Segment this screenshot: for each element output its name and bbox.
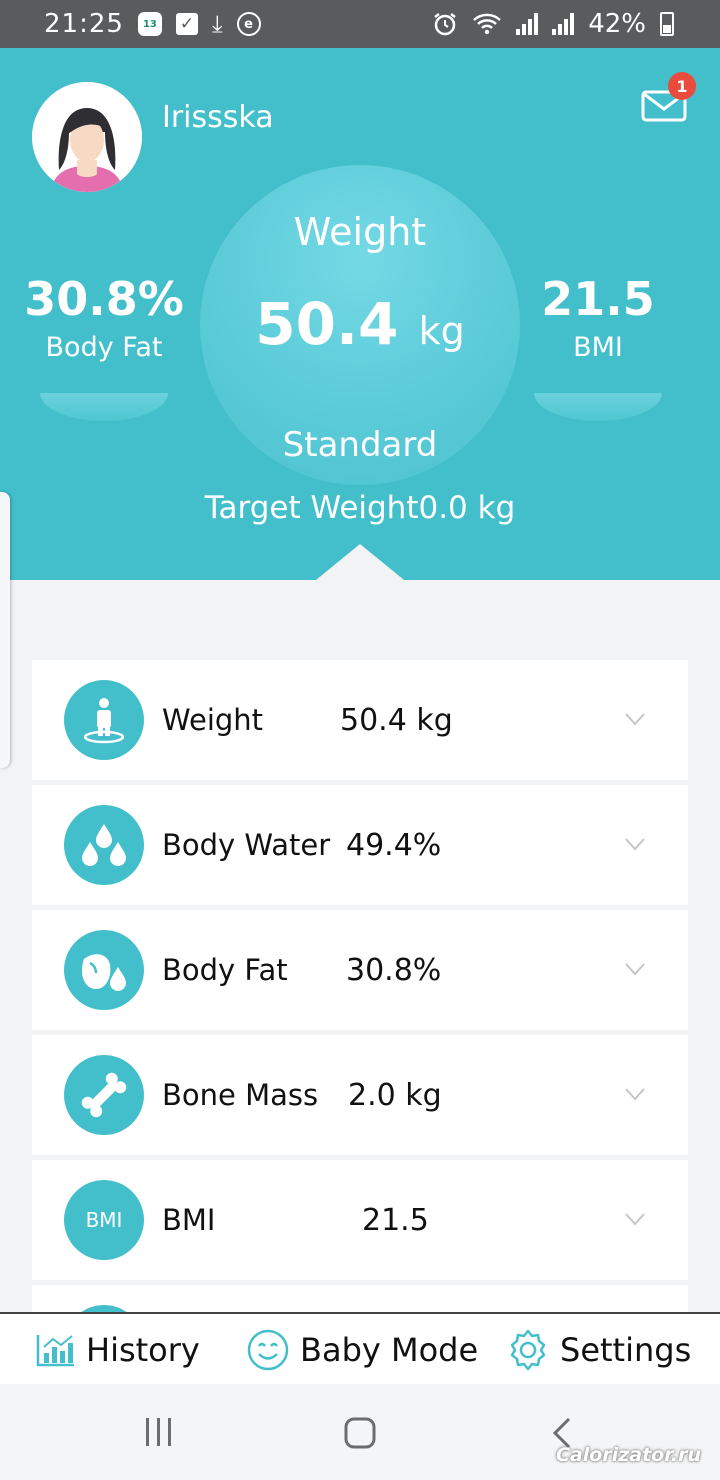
metric-row-bmi[interactable]: BMI BMI 21.5 xyxy=(32,1160,688,1280)
target-weight: Target Weight0.0 kg xyxy=(0,490,720,526)
watermark: Calorizator.ru xyxy=(556,1444,702,1466)
metric-value: 30.8% xyxy=(346,952,442,988)
metric-value: 21.5 xyxy=(362,1202,429,1238)
bmi-summary-label: BMI xyxy=(573,332,623,363)
nav-settings-label: Settings xyxy=(560,1331,692,1369)
nav-baby-mode[interactable]: Baby Mode xyxy=(246,1314,478,1386)
nav-history-label: History xyxy=(86,1331,200,1369)
home-icon[interactable] xyxy=(343,1416,377,1450)
calendar-notification-icon: 13 xyxy=(137,12,162,36)
center-weight-value: 50.4 xyxy=(255,290,399,358)
metric-row-body-water[interactable]: Body Water 49.4% xyxy=(32,785,688,905)
signal-icon xyxy=(516,13,539,35)
browser-notification-icon: e xyxy=(236,12,261,36)
body-fat-summary-value: 30.8% xyxy=(24,272,184,326)
center-label: Weight xyxy=(293,210,427,254)
metric-value: 49.4% xyxy=(346,827,442,863)
metric-row-body-fat[interactable]: Body Fat 30.8% xyxy=(32,910,688,1030)
nav-baby-mode-label: Baby Mode xyxy=(300,1331,479,1369)
wifi-icon xyxy=(472,12,502,36)
metric-list: Weight 50.4 kg Body Water 49.4% Body Fat… xyxy=(32,660,688,1320)
nav-settings[interactable]: Settings xyxy=(506,1314,691,1386)
bmi-icon: BMI xyxy=(64,1180,144,1260)
gear-icon xyxy=(510,1329,546,1371)
chevron-down-icon[interactable] xyxy=(624,833,646,855)
weight-status: Standard xyxy=(282,425,438,465)
bone-icon xyxy=(64,1055,144,1135)
target-weight-label: Target Weight xyxy=(204,490,419,526)
battery-icon xyxy=(660,12,674,36)
nav-history[interactable]: History xyxy=(36,1314,200,1386)
status-bar: 21:25 13 ✓ ⤓ e 42% xyxy=(0,0,720,48)
target-weight-value: 0.0 kg xyxy=(418,490,516,526)
bottom-nav: History Baby Mode Settings xyxy=(0,1312,720,1384)
edge-panel-handle[interactable] xyxy=(0,492,10,768)
chevron-down-icon[interactable] xyxy=(624,1208,646,1230)
signal-icon-2 xyxy=(552,13,575,35)
mail-badge: 1 xyxy=(668,72,696,100)
bmi-summary-value: 21.5 xyxy=(541,272,655,326)
metric-label: Weight xyxy=(162,703,264,737)
metric-row-bone-mass[interactable]: Bone Mass 2.0 kg xyxy=(32,1035,688,1155)
chart-icon xyxy=(36,1335,74,1367)
chevron-down-icon[interactable] xyxy=(624,1083,646,1105)
chevron-down-icon[interactable] xyxy=(624,958,646,980)
chevron-down-icon[interactable] xyxy=(624,708,646,730)
fat-drop-icon xyxy=(64,930,144,1010)
metric-value: 2.0 kg xyxy=(348,1077,442,1113)
metric-label: BMI xyxy=(162,1203,216,1237)
center-weight-unit: kg xyxy=(418,309,465,353)
person-scale-icon xyxy=(64,680,144,760)
metric-label: Body Fat xyxy=(162,953,288,987)
checkbox-notification-icon: ✓ xyxy=(175,13,198,35)
download-icon: ⤓ xyxy=(211,10,223,38)
metric-label: Bone Mass xyxy=(162,1078,319,1112)
metric-value: 50.4 kg xyxy=(340,702,453,738)
smiley-icon xyxy=(247,1329,289,1371)
metric-row-weight[interactable]: Weight 50.4 kg xyxy=(32,660,688,780)
body-fat-summary-label: Body Fat xyxy=(45,332,163,363)
avatar[interactable] xyxy=(32,82,142,192)
battery-percent: 42% xyxy=(588,9,646,39)
metric-label: Body Water xyxy=(162,828,331,862)
body-fat-summary: 30.8% Body Fat xyxy=(24,272,184,363)
alarm-icon xyxy=(432,11,458,37)
bmi-icon-text: BMI xyxy=(85,1208,123,1232)
avatar-image xyxy=(32,82,142,192)
bmi-summary: 21.5 BMI xyxy=(518,272,678,363)
status-time: 21:25 xyxy=(44,9,124,39)
username[interactable]: Irissska xyxy=(162,100,274,135)
metric-row-next[interactable] xyxy=(32,1285,688,1315)
water-drops-icon xyxy=(64,805,144,885)
header-notch xyxy=(316,544,404,580)
recent-apps-icon[interactable] xyxy=(144,1416,174,1448)
